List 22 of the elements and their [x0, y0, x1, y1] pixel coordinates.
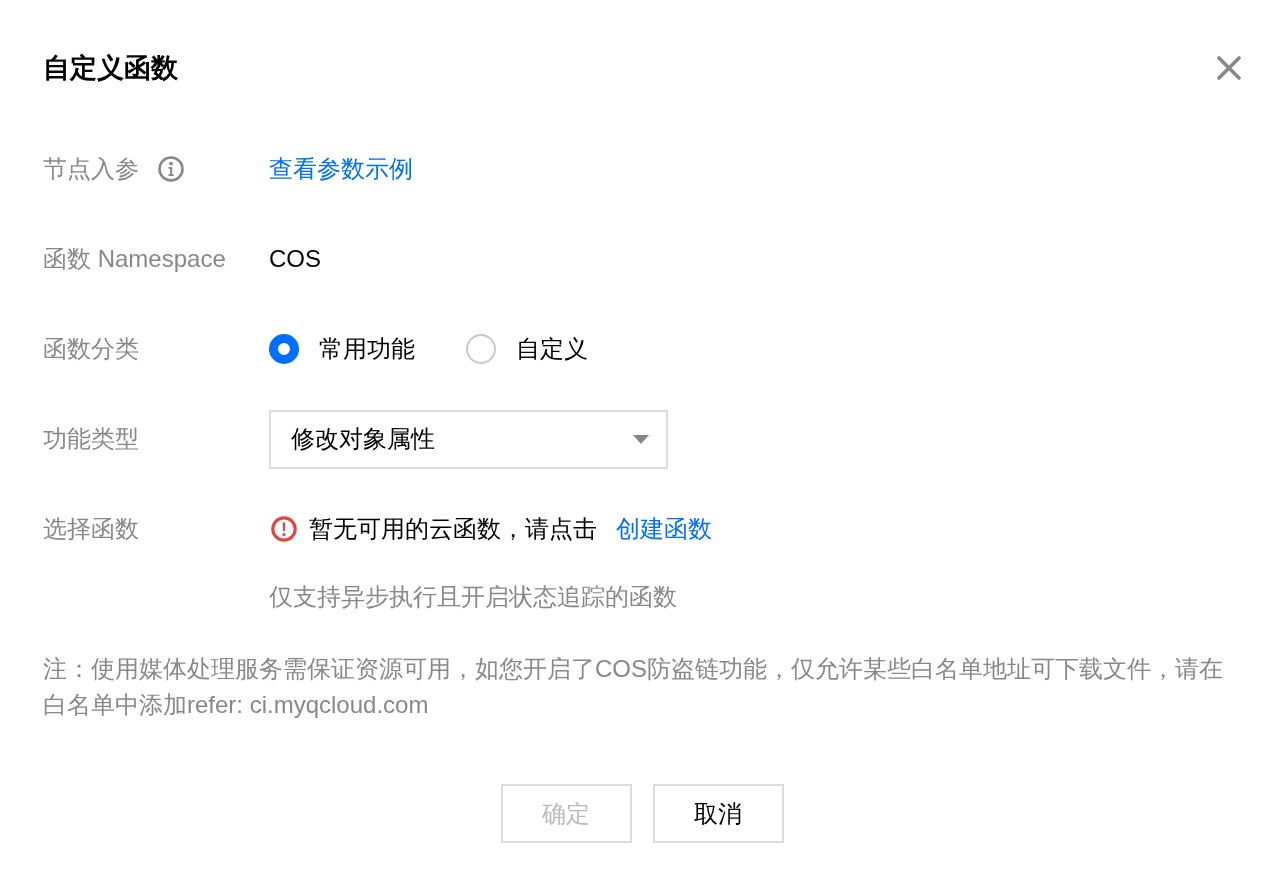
radio-option[interactable]: 常用功能	[269, 331, 415, 367]
info-icon[interactable]	[158, 156, 184, 182]
caret-icon	[633, 434, 649, 444]
field-label: 节点入参	[43, 154, 139, 184]
create-function-link[interactable]: 创建函数	[616, 511, 712, 547]
error-icon	[271, 516, 297, 542]
field-label: 选择函数	[43, 514, 139, 544]
field-value: COS	[269, 244, 321, 274]
error-message: 暂无可用的云函数，请点击	[309, 514, 597, 544]
hint-text: 仅支持异步执行且开启状态追踪的函数	[269, 582, 677, 612]
cancel-button[interactable]: 取消	[652, 784, 784, 843]
field-label: 函数分类	[43, 334, 139, 364]
radio-button[interactable]	[269, 334, 299, 364]
field-label: 功能类型	[43, 424, 139, 454]
view-example-link[interactable]: 查看参数示例	[269, 151, 413, 187]
note-text: 注：使用媒体处理服务需保证资源可用，如您开启了COS防盗链功能，仅允许某些白名单地址可下载文件，请在白名单中添加refer: ci.myqcloud.com	[43, 654, 1224, 720]
radio-button[interactable]	[466, 334, 496, 364]
dropdown[interactable]: 修改对象属性	[269, 409, 668, 469]
field-label: 函数 Namespace	[43, 244, 226, 274]
radio-option[interactable]: 自定义	[466, 331, 588, 367]
dialog-title: 自定义函数	[43, 52, 178, 85]
close-icon[interactable]	[1217, 56, 1241, 80]
